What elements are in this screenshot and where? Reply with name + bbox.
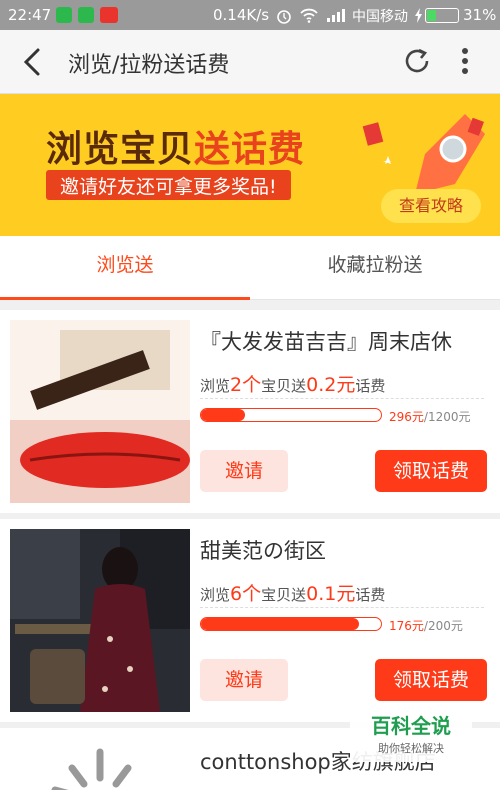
progress-fill bbox=[201, 618, 360, 630]
banner-subtitle: 邀请好友还可拿更多奖品! bbox=[46, 170, 291, 200]
banner-headline-a: 浏览宝贝 bbox=[46, 129, 195, 170]
progress-text: 176元/200元 bbox=[389, 617, 463, 634]
battery-percent: 31% bbox=[463, 6, 497, 24]
refresh-icon[interactable] bbox=[400, 44, 434, 78]
tab-bar: 浏览送 收藏拉粉送 bbox=[0, 236, 500, 300]
tab-favorite[interactable]: 收藏拉粉送 bbox=[250, 236, 500, 300]
tab-browse[interactable]: 浏览送 bbox=[0, 236, 250, 300]
progress-total: /200元 bbox=[423, 619, 463, 633]
reward-mid: 宝贝送 bbox=[261, 377, 307, 395]
invite-button[interactable]: 邀请 bbox=[200, 659, 288, 701]
shop-card[interactable]: 甜美范の街区 浏览6个宝贝送0.1元话费 176元/200元 邀请 领取话费 bbox=[0, 519, 500, 722]
reward-line: 浏览2个宝贝送0.2元话费 bbox=[200, 370, 385, 397]
alarm-icon bbox=[277, 10, 291, 24]
phone-icon bbox=[78, 7, 94, 23]
claim-credit-button[interactable]: 领取话费 bbox=[375, 659, 487, 701]
reward-suffix: 话费 bbox=[355, 586, 386, 604]
promo-banner[interactable]: 浏览宝贝送话费 邀请好友还可拿更多奖品! 查看攻略 bbox=[0, 94, 500, 236]
network-speed: 0.14K/s bbox=[213, 6, 270, 24]
reward-prefix: 浏览 bbox=[200, 586, 231, 604]
reward-count: 2个 bbox=[230, 374, 262, 396]
divider bbox=[200, 398, 484, 399]
carrier-name: 中国移动 bbox=[352, 9, 408, 25]
invite-button[interactable]: 邀请 bbox=[200, 450, 288, 492]
page-title: 浏览/拉粉送话费 bbox=[68, 53, 230, 78]
reward-amount: 0.2元 bbox=[306, 374, 356, 396]
status-bar: 22:47 0.14K/s 中国移动 31% bbox=[0, 0, 500, 30]
reward-prefix: 浏览 bbox=[200, 377, 231, 395]
tab-indicator bbox=[0, 297, 250, 300]
progress-fill bbox=[201, 409, 246, 421]
reward-line: 浏览6个宝贝送0.1元话费 bbox=[200, 579, 385, 606]
product-image-lipstick[interactable] bbox=[10, 320, 190, 503]
shop-card[interactable]: 『大发发苗吉吉』周末店休 浏览2个宝贝送0.2元话费 296元/1200元 邀请… bbox=[0, 310, 500, 513]
shop-name[interactable]: 『大发发苗吉吉』周末店休 bbox=[200, 326, 452, 356]
back-arrow-icon[interactable] bbox=[22, 47, 42, 77]
watermark-title: 百科全说 bbox=[371, 714, 451, 738]
banner-headline-b: 送话费 bbox=[194, 129, 306, 170]
shop-name[interactable]: 甜美范の街区 bbox=[200, 535, 326, 565]
banner-headline: 浏览宝贝送话费 bbox=[46, 120, 305, 172]
claim-credit-button[interactable]: 领取话费 bbox=[375, 450, 487, 492]
divider bbox=[200, 607, 484, 608]
reward-suffix: 话费 bbox=[355, 377, 386, 395]
app-toolbar: 浏览/拉粉送话费 bbox=[0, 30, 500, 94]
battery-icon bbox=[425, 8, 459, 23]
progress-bar bbox=[200, 408, 382, 422]
progress-value: 296元 bbox=[389, 410, 424, 424]
app-icon bbox=[100, 7, 118, 23]
tab-favorite-label: 收藏拉粉送 bbox=[327, 254, 423, 276]
tab-browse-label: 浏览送 bbox=[96, 254, 154, 276]
progress-text: 296元/1200元 bbox=[389, 408, 471, 425]
more-options-icon[interactable] bbox=[455, 44, 475, 78]
watermark-logo: 百科全说 助你轻松解决 bbox=[350, 712, 472, 762]
view-guide-button[interactable]: 查看攻略 bbox=[381, 189, 481, 223]
progress-value: 176元 bbox=[389, 619, 424, 633]
wifi-icon bbox=[300, 8, 318, 23]
progress-bar bbox=[200, 617, 382, 631]
reward-amount: 0.1元 bbox=[306, 583, 356, 605]
shield-icon bbox=[56, 7, 72, 23]
product-image-dress[interactable] bbox=[10, 529, 190, 712]
watermark-subtitle: 助你轻松解决 bbox=[378, 742, 444, 755]
reward-count: 6个 bbox=[230, 583, 262, 605]
reward-mid: 宝贝送 bbox=[261, 586, 307, 604]
charging-icon bbox=[415, 8, 422, 23]
status-time: 22:47 bbox=[8, 6, 52, 24]
loading-spinner-icon bbox=[10, 738, 190, 790]
signal-icon bbox=[327, 9, 345, 22]
progress-total: /1200元 bbox=[423, 410, 471, 424]
